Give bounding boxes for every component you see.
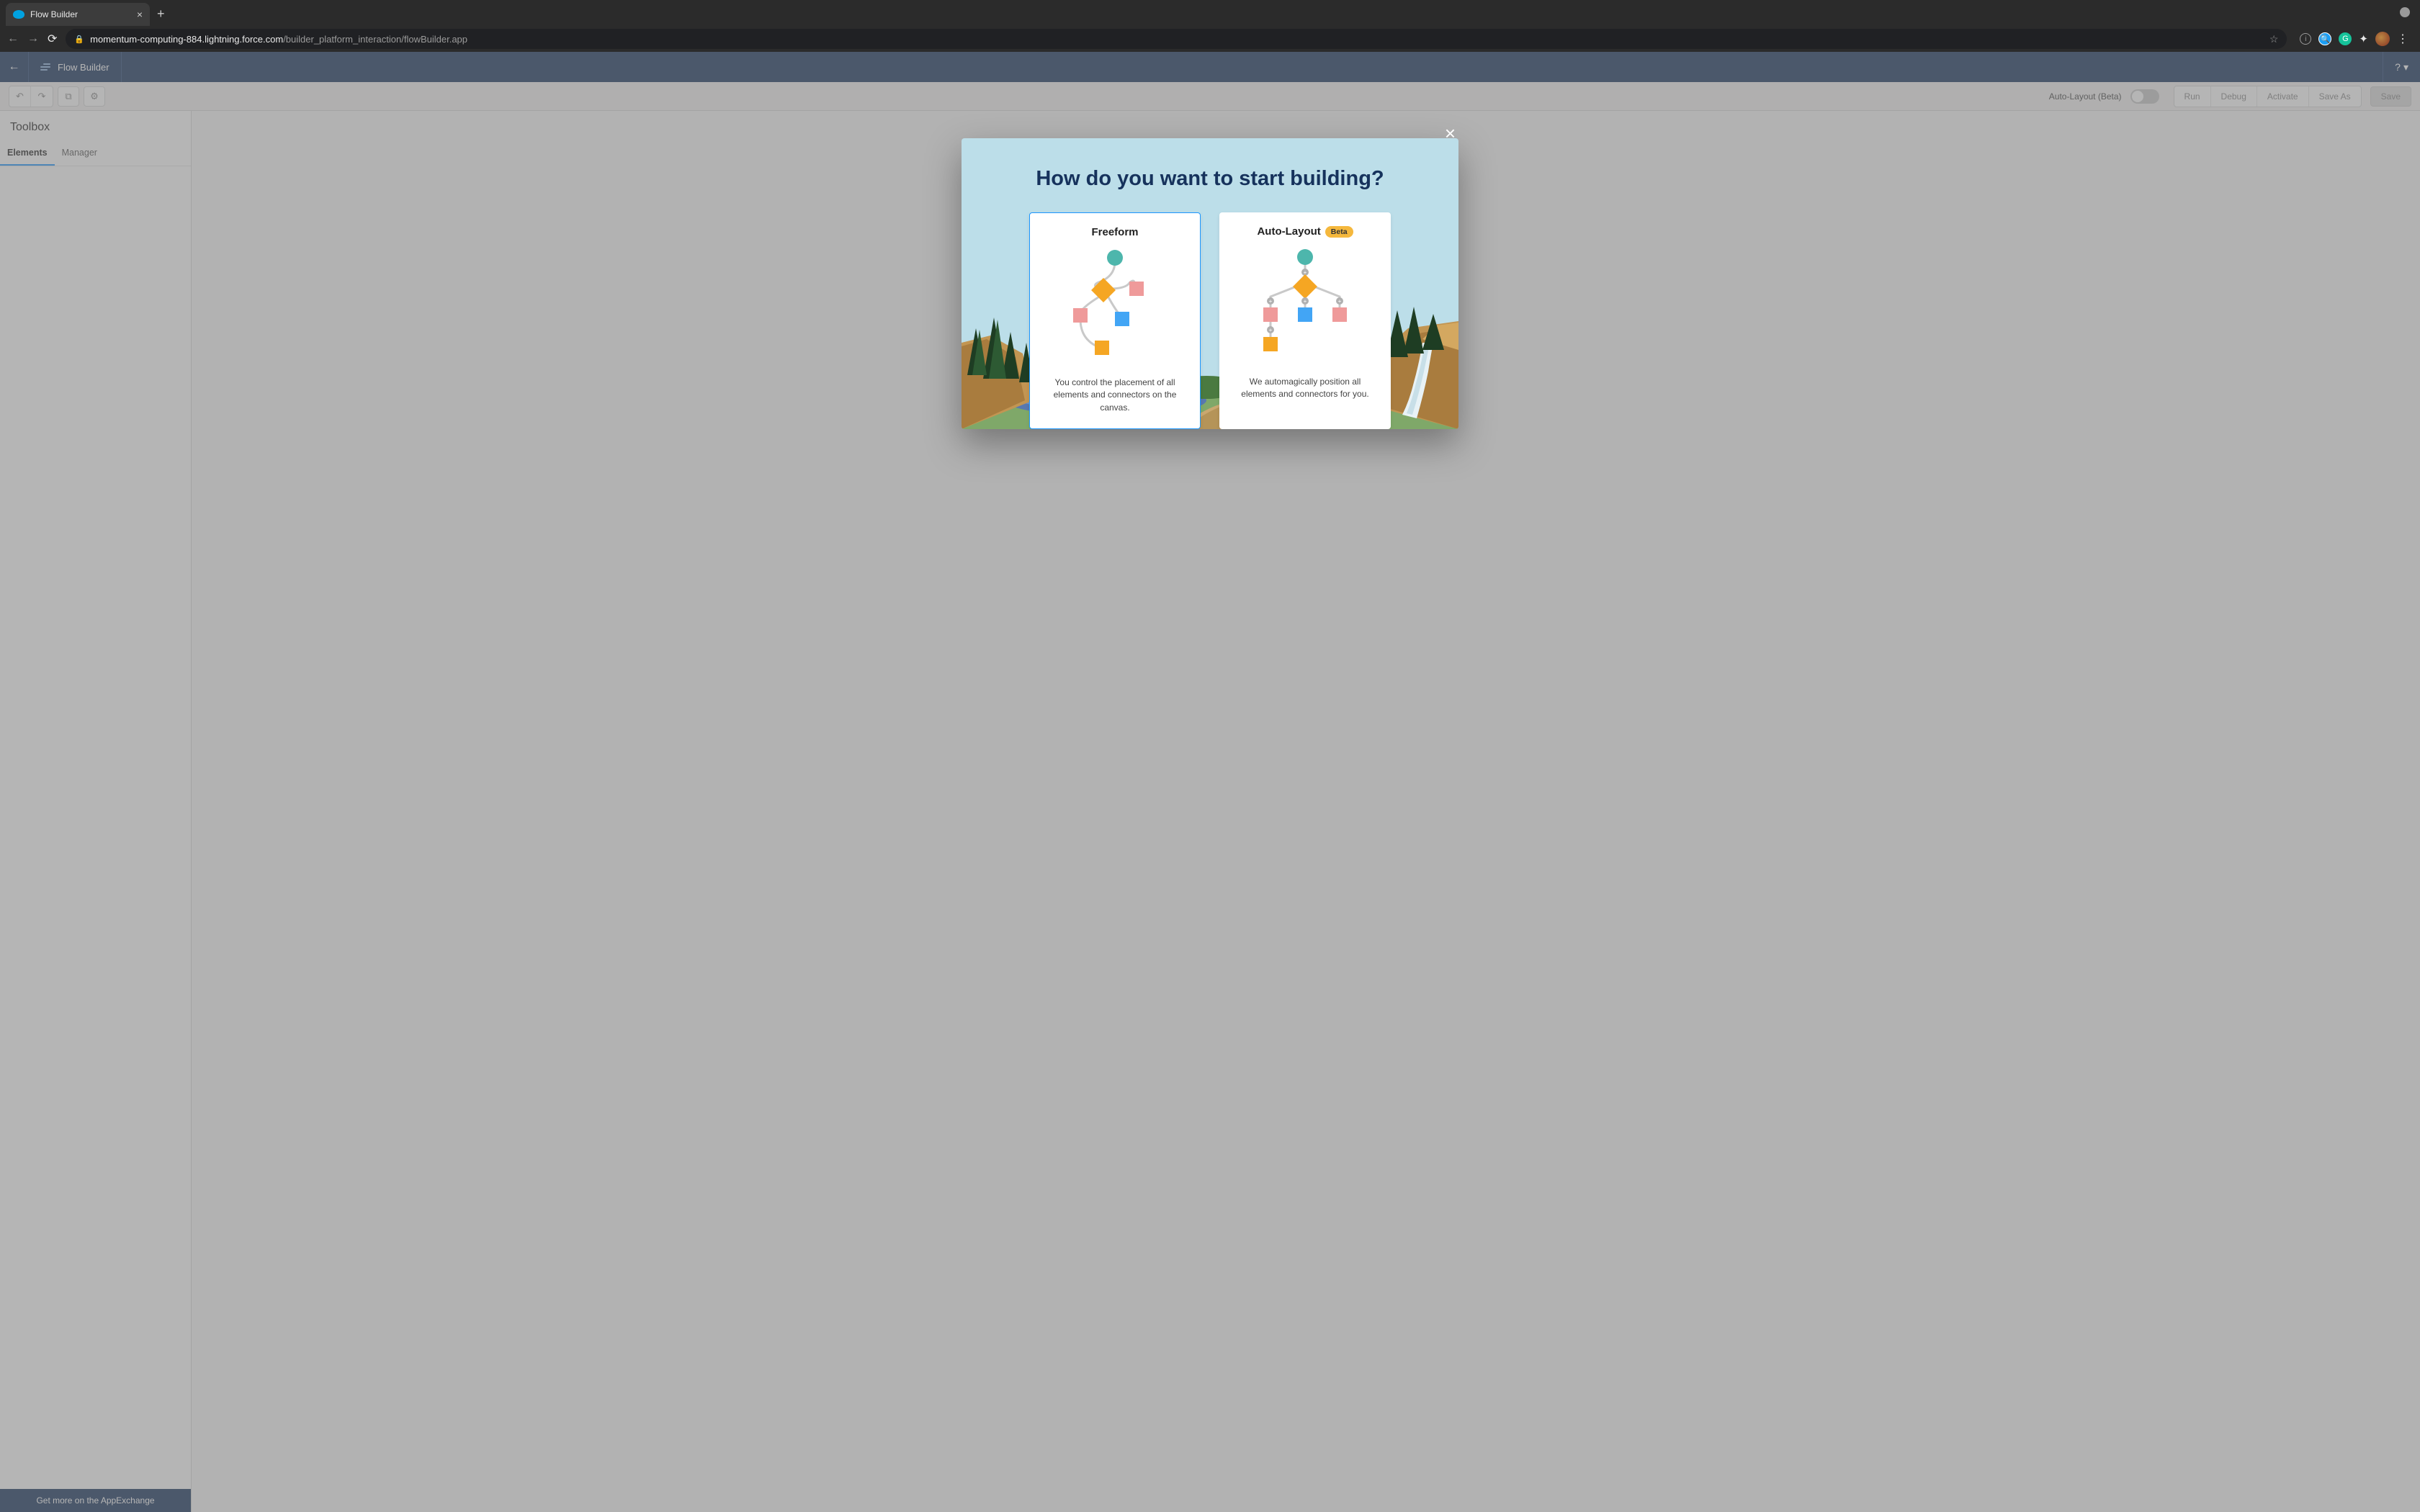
window-menu-icon[interactable] bbox=[2400, 7, 2410, 17]
extension-icon-1[interactable]: 🔍 bbox=[2318, 32, 2331, 45]
svg-text:+: + bbox=[1338, 298, 1342, 305]
url-text: momentum-computing-884.lightning.force.c… bbox=[90, 34, 467, 45]
salesforce-cloud-icon bbox=[13, 10, 24, 19]
extensions-puzzle-icon[interactable]: ✦ bbox=[2359, 32, 2368, 45]
autolayout-diagram-icon: + + + + + bbox=[1247, 246, 1363, 365]
svg-text:+: + bbox=[1269, 298, 1273, 305]
browser-tab-strip: Flow Builder × + bbox=[0, 0, 2420, 26]
svg-text:+: + bbox=[1269, 327, 1273, 333]
new-tab-button[interactable]: + bbox=[150, 2, 172, 26]
card-title-autolayout: Auto-Layout bbox=[1257, 225, 1320, 238]
nav-reload-icon[interactable]: ⟳ bbox=[48, 32, 57, 46]
browser-menu-icon[interactable]: ⋮ bbox=[2397, 32, 2408, 46]
modal: × How do you want to start building? Fre… bbox=[962, 138, 1458, 429]
card-desc-freeform: You control the placement of all element… bbox=[1041, 377, 1188, 414]
browser-address-bar: ← → ⟳ 🔒 momentum-computing-884.lightning… bbox=[0, 26, 2420, 52]
nav-forward-icon: → bbox=[27, 32, 39, 45]
card-title-freeform: Freeform bbox=[1091, 226, 1138, 238]
tab-title: Flow Builder bbox=[30, 9, 131, 19]
card-desc-autolayout: We automagically position all elements a… bbox=[1231, 376, 1379, 401]
svg-text:+: + bbox=[1304, 298, 1307, 305]
nav-back-icon: ← bbox=[7, 32, 19, 45]
extension-icon-2[interactable]: G bbox=[2339, 32, 2352, 45]
modal-title: How do you want to start building? bbox=[983, 167, 1437, 191]
url-field[interactable]: 🔒 momentum-computing-884.lightning.force… bbox=[66, 29, 2287, 49]
close-tab-icon[interactable]: × bbox=[137, 9, 143, 20]
option-card-freeform[interactable]: Freeform You control the bbox=[1029, 212, 1201, 429]
info-icon[interactable]: i bbox=[2300, 33, 2311, 45]
beta-badge: Beta bbox=[1325, 226, 1353, 238]
option-card-autolayout[interactable]: Auto-Layout Beta + + + + bbox=[1219, 212, 1391, 429]
extension-icons: i 🔍 G ✦ ⋮ bbox=[2295, 32, 2413, 46]
browser-tab[interactable]: Flow Builder × bbox=[6, 3, 150, 26]
freeform-diagram-icon bbox=[1057, 247, 1173, 366]
lock-icon: 🔒 bbox=[74, 35, 84, 44]
bookmark-star-icon[interactable]: ☆ bbox=[2269, 33, 2279, 45]
profile-avatar[interactable] bbox=[2375, 32, 2390, 46]
